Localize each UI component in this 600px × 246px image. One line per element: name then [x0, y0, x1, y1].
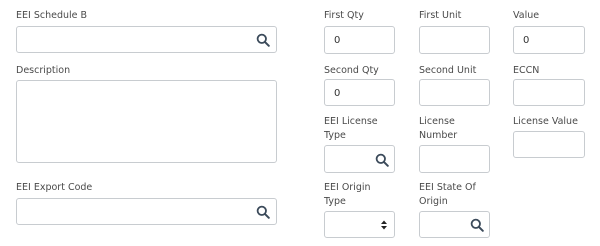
search-icon[interactable] [256, 33, 270, 47]
value-input[interactable]: 0 [513, 26, 585, 54]
search-icon[interactable] [375, 153, 389, 167]
license-number-input[interactable] [419, 145, 490, 173]
second-qty-input[interactable]: 0 [324, 79, 395, 106]
eccn-label: ECCN [513, 65, 540, 76]
second-qty-value: 0 [334, 88, 341, 99]
eei-export-code-input[interactable] [16, 198, 277, 225]
first-qty-value: 0 [334, 35, 341, 46]
license-value-input[interactable] [513, 131, 585, 158]
eei-state-of-origin-label-line1: EEI State Of [419, 182, 476, 193]
eei-origin-type-select[interactable] [324, 211, 395, 238]
eei-license-type-label-line2: Type [324, 130, 346, 141]
eccn-input[interactable] [513, 79, 585, 106]
eei-license-type-input[interactable] [324, 145, 395, 173]
first-qty-label: First Qty [324, 10, 364, 21]
description-textarea[interactable] [16, 80, 277, 163]
eei-state-of-origin-label-line2: Origin [419, 196, 448, 207]
eei-license-type-label-line1: EEI License [324, 116, 378, 127]
value-value: 0 [523, 35, 530, 46]
eei-state-of-origin-input[interactable] [419, 211, 490, 238]
eei-origin-type-label-line2: Type [324, 196, 346, 207]
second-qty-label: Second Qty [324, 65, 379, 76]
second-unit-input[interactable] [419, 79, 490, 106]
eei-schedule-b-label: EEI Schedule B [16, 10, 88, 21]
license-value-label: License Value [513, 116, 578, 127]
eei-origin-type-label-line1: EEI Origin [324, 182, 371, 193]
description-label: Description [16, 65, 71, 76]
first-qty-input[interactable]: 0 [324, 26, 395, 54]
license-number-label-line1: License [419, 116, 455, 127]
second-unit-label: Second Unit [419, 65, 477, 76]
search-icon[interactable] [256, 205, 270, 219]
value-label: Value [513, 10, 540, 21]
search-icon[interactable] [470, 218, 484, 232]
first-unit-label: First Unit [419, 10, 462, 21]
license-number-label-line2: Number [419, 130, 458, 141]
first-unit-input[interactable] [419, 26, 490, 54]
select-arrows-icon [381, 220, 387, 230]
eei-export-code-label: EEI Export Code [16, 182, 93, 193]
eei-schedule-b-input[interactable] [16, 26, 277, 53]
